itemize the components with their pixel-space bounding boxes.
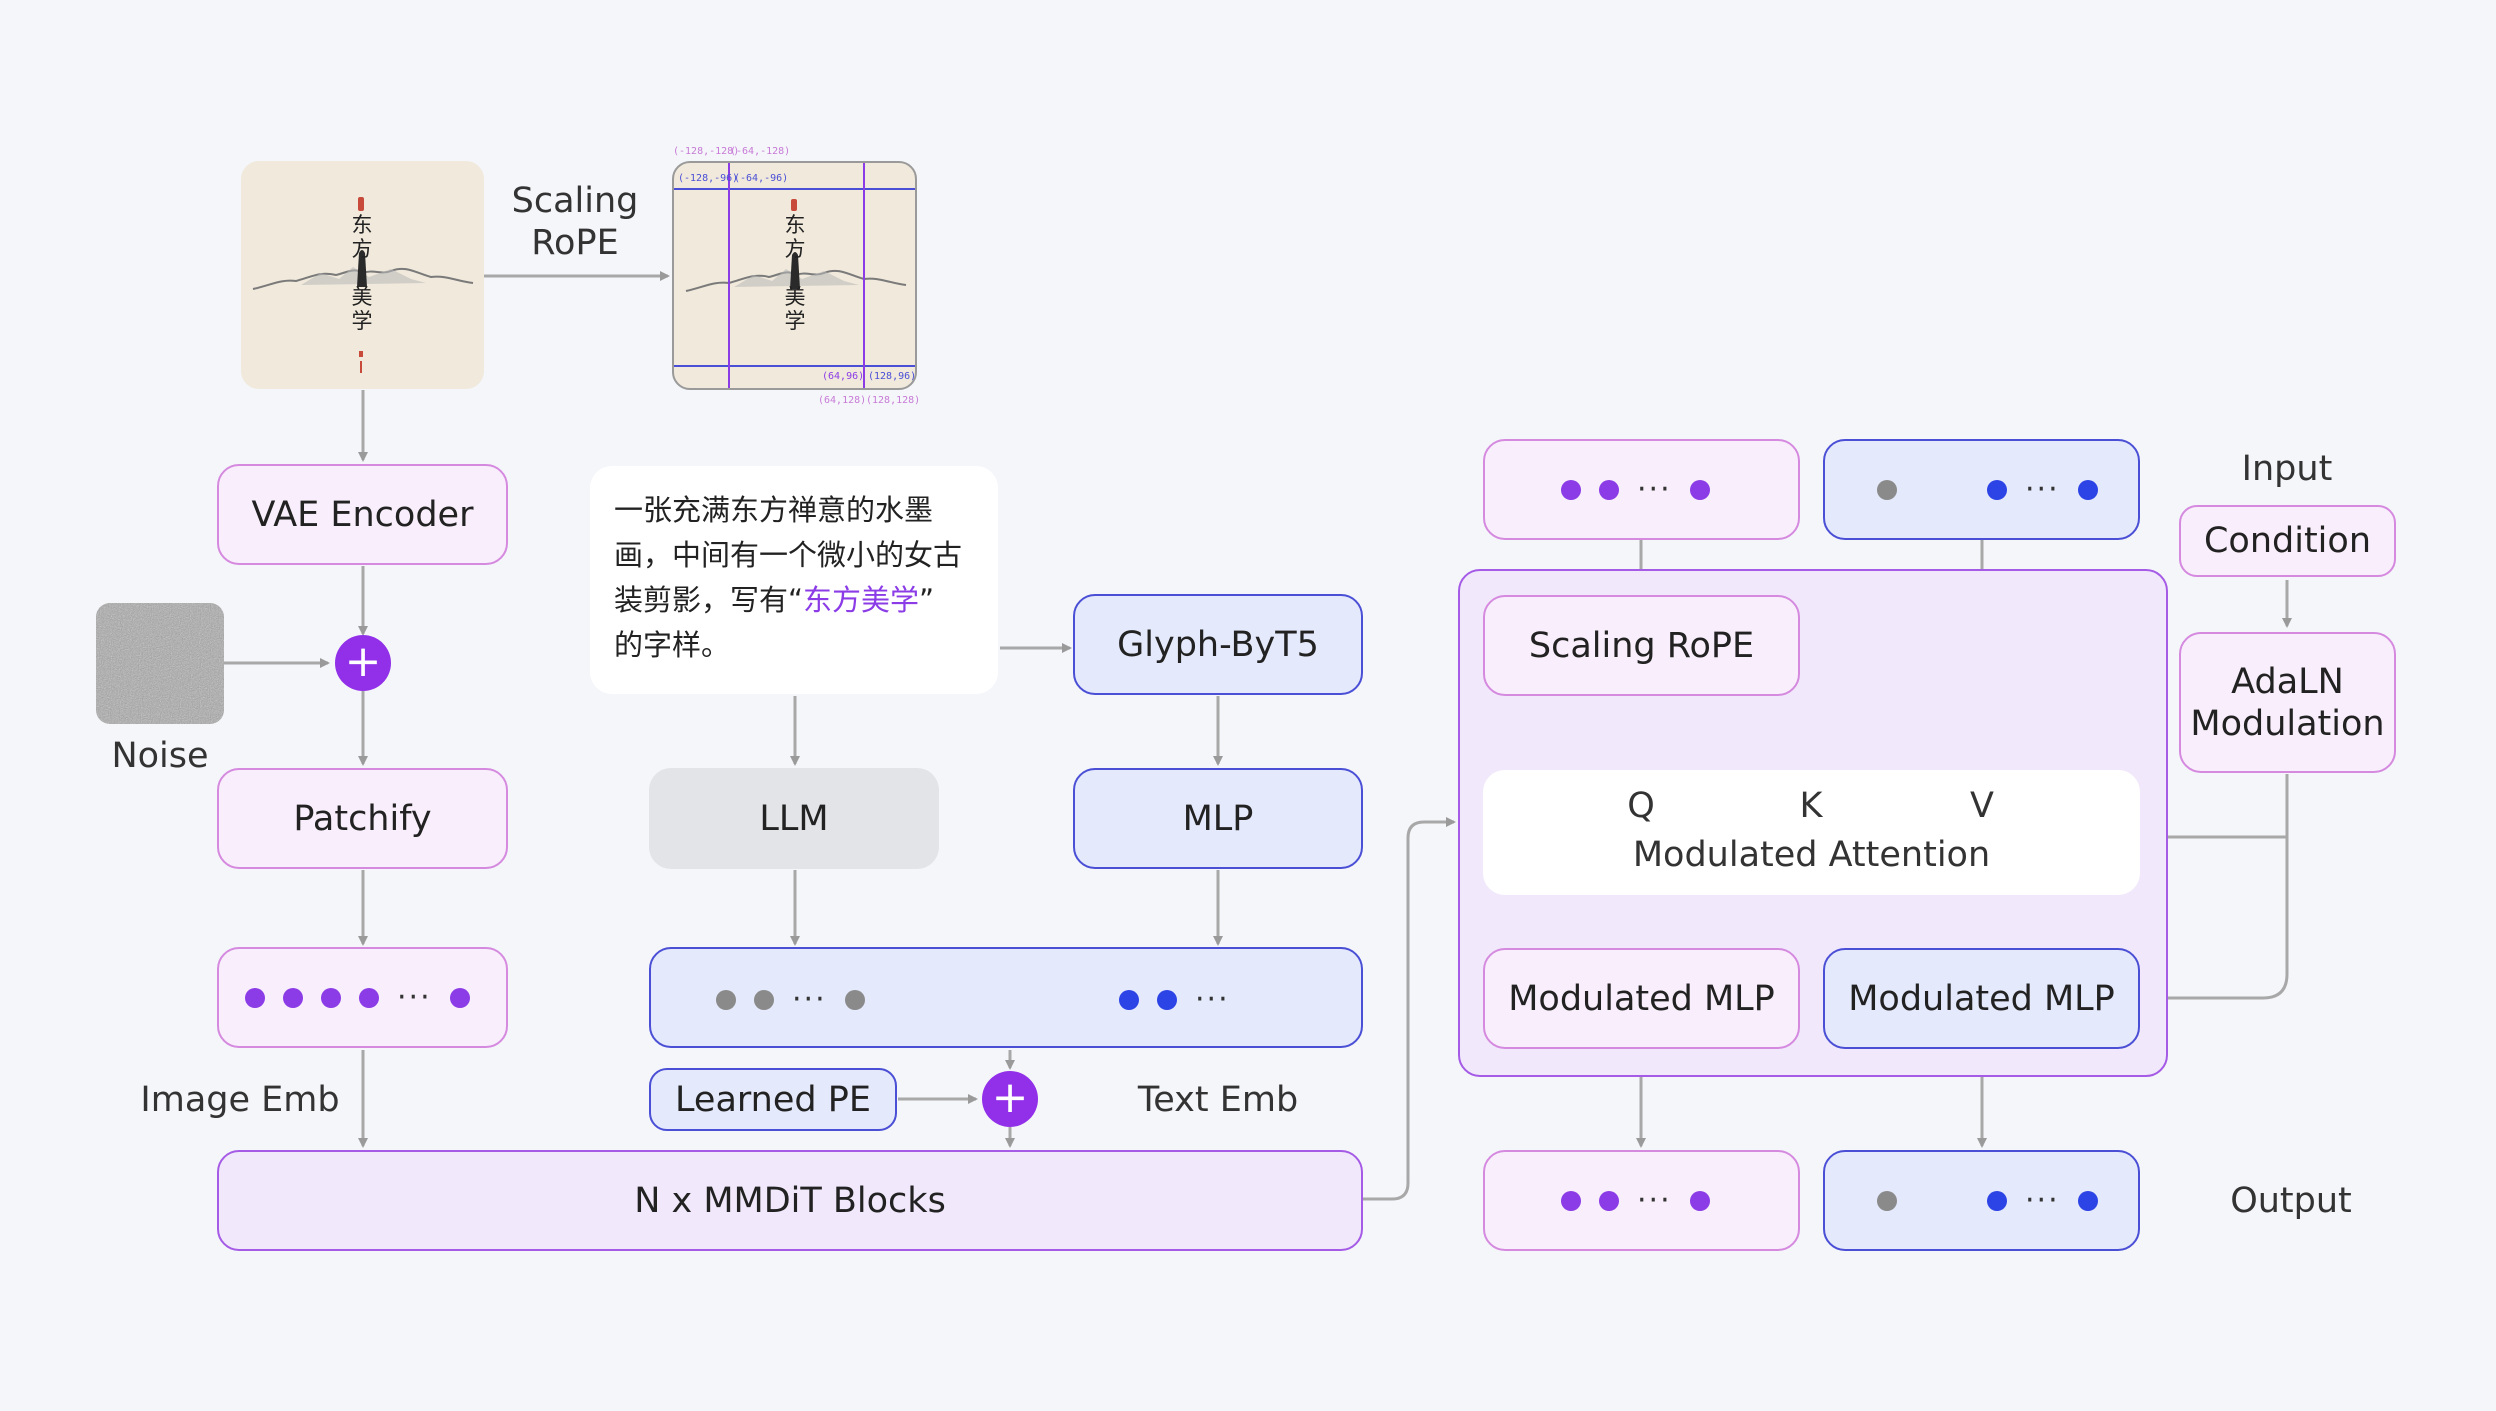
ellipsis: ··· (1637, 472, 1672, 507)
llm-token-dot (1877, 480, 1897, 500)
image-title-char-2: 方 (351, 237, 373, 261)
ink-landscape-illustration (252, 197, 474, 373)
input-image-thumbnail: 东 方 美 学 (241, 161, 484, 389)
ink-landscape-illustration-scaled (674, 163, 915, 388)
learned-pe-box: Learned PE (649, 1068, 897, 1131)
coord-inner-top-left: (-128,-96) (678, 173, 739, 184)
modulated-mlp-text-box: Modulated MLP (1823, 948, 2140, 1049)
ellipsis: ··· (2025, 472, 2060, 507)
key-label: K (1799, 786, 1823, 826)
image-token-dot (1689, 480, 1710, 500)
scaling-rope-box: Scaling RoPE (1483, 595, 1800, 696)
coord-inner-bottom-left: (64,96) (822, 371, 865, 382)
prompt-highlight: 东方美学 (803, 583, 920, 617)
image-token-dot (1561, 480, 1581, 500)
text-prompt-card: 一张充满东方禅意的水墨 画，中间有一个微小的女古 装剪影，写有“东方美学” 的字… (590, 466, 998, 694)
noise-image (96, 603, 224, 724)
output-label: Output (2230, 1181, 2352, 1221)
prompt-line-4: 的字样。 (614, 628, 731, 662)
mlp-box: MLP (1073, 768, 1363, 869)
image-emb-label: Image Emb (140, 1080, 340, 1120)
top-image-token-dots: ··· (1561, 472, 1710, 507)
llm-token-dot (716, 990, 736, 1010)
patchify-box: Patchify (217, 768, 508, 869)
prompt-line-3: 装剪影，写有“东方美学” (614, 583, 935, 617)
noise-label: Noise (111, 736, 209, 776)
llm-token-dot (844, 990, 865, 1010)
condition-box: Condition (2179, 505, 2396, 577)
top-text-token-dots: ··· (1877, 472, 2098, 507)
query-label: Q (1627, 786, 1655, 826)
prompt-line-1: 一张充满东方禅意的水墨 (614, 493, 934, 527)
text-emb-label: Text Emb (1137, 1080, 1299, 1120)
glyph-token-dot (2077, 1191, 2098, 1211)
value-label: V (1970, 786, 1994, 826)
scaling-rope-top-label: Scaling RoPE (511, 181, 639, 263)
image-token-dot (283, 988, 303, 1008)
ellipsis: ··· (2025, 1183, 2060, 1218)
coord-outer-top-right: (-64,-128) (730, 146, 791, 157)
input-label: Input (2241, 449, 2333, 489)
llm-token-dot (754, 990, 774, 1010)
glyph-token-dot (1987, 1191, 2007, 1211)
image-title-char-1: 东 (351, 213, 373, 237)
coord-inner-bottom-right: (128,96) (868, 371, 917, 382)
adaln-label-line2: Modulation (2190, 703, 2385, 744)
scaled-title-char-2: 方 (784, 237, 806, 261)
adaln-label-line1: AdaLN (2231, 661, 2344, 702)
output-image-token-dots: ··· (1561, 1183, 1710, 1218)
image-token-dot (359, 988, 379, 1008)
add-noise-plus-icon: + (335, 635, 391, 691)
image-token-dots: ··· (245, 980, 470, 1015)
scaled-title-char-4: 学 (784, 309, 806, 333)
scaled-title-char-3: 美 (784, 285, 806, 309)
prompt-line-2: 画，中间有一个微小的女古 (614, 538, 963, 572)
coord-outer-bottom-right: (128,128) (866, 395, 921, 406)
image-token-dot (245, 988, 265, 1008)
mmdit-blocks-box: N x MMDiT Blocks (217, 1150, 1363, 1251)
scaled-title-char-1: 东 (784, 213, 806, 237)
glyph-byt5-box: Glyph-ByT5 (1073, 594, 1363, 695)
coord-inner-top-right: (-64,-96) (734, 173, 789, 184)
modulated-attention-label: Modulated Attention (1632, 835, 1991, 875)
glyph-token-dot (2077, 480, 2098, 500)
image-token-dot (1599, 1191, 1619, 1211)
coord-outer-bottom-left: (64,128) (818, 395, 867, 406)
vae-encoder-box: VAE Encoder (217, 464, 508, 565)
modulated-mlp-image-box: Modulated MLP (1483, 948, 1800, 1049)
glyph-token-dot (1987, 480, 2007, 500)
modulated-attention-box: Q K V Modulated Attention (1483, 770, 2140, 895)
scaled-image-with-grid: 东 方 美 学 (-128,-96) (-64,-96) (64,96) (12… (672, 161, 917, 390)
image-title-char-3: 美 (351, 285, 373, 309)
image-token-dot (449, 988, 470, 1008)
llm-box: LLM (649, 768, 939, 869)
adaln-modulation-box: AdaLN Modulation (2179, 632, 2396, 773)
image-token-dot (321, 988, 341, 1008)
image-token-dot (1689, 1191, 1710, 1211)
llm-token-dot (1877, 1191, 1897, 1211)
glyph-token-dot (1157, 990, 1177, 1010)
ellipsis: ··· (792, 982, 827, 1017)
image-token-dot (1561, 1191, 1581, 1211)
output-text-token-dots: ··· (1877, 1183, 2098, 1218)
glyph-token-dot (1119, 990, 1139, 1010)
llm-token-dots: ··· (716, 982, 865, 1017)
glyph-token-dots: ··· (1119, 982, 1230, 1017)
ellipsis: ··· (1195, 982, 1230, 1017)
image-token-dot (1599, 480, 1619, 500)
ellipsis: ··· (1637, 1183, 1672, 1218)
image-title-char-4: 学 (351, 309, 373, 333)
ellipsis: ··· (397, 980, 432, 1015)
add-pe-plus-icon: + (982, 1071, 1038, 1127)
